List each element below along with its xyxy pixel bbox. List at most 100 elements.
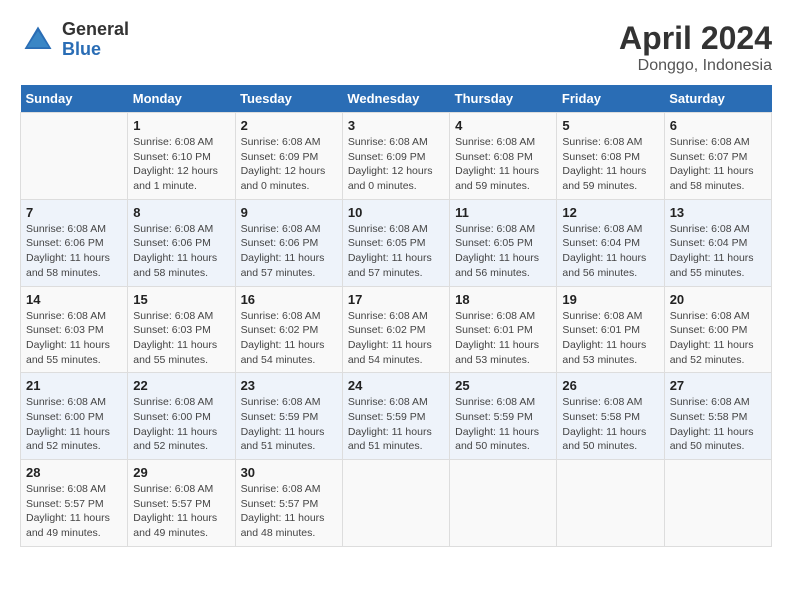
calendar-cell: 23 Sunrise: 6:08 AM Sunset: 5:59 PM Dayli… bbox=[235, 373, 342, 460]
day-info: Sunrise: 6:08 AM Sunset: 6:03 PM Dayligh… bbox=[133, 309, 229, 368]
day-info: Sunrise: 6:08 AM Sunset: 5:57 PM Dayligh… bbox=[241, 482, 337, 541]
day-info: Sunrise: 6:08 AM Sunset: 5:59 PM Dayligh… bbox=[348, 395, 444, 454]
day-info: Sunrise: 6:08 AM Sunset: 6:08 PM Dayligh… bbox=[562, 135, 658, 194]
day-number: 11 bbox=[455, 205, 551, 220]
day-info: Sunrise: 6:08 AM Sunset: 5:57 PM Dayligh… bbox=[133, 482, 229, 541]
calendar-table: SundayMondayTuesdayWednesdayThursdayFrid… bbox=[20, 85, 772, 547]
calendar-cell: 27 Sunrise: 6:08 AM Sunset: 5:58 PM Dayli… bbox=[664, 373, 771, 460]
calendar-cell: 4 Sunrise: 6:08 AM Sunset: 6:08 PM Daylig… bbox=[450, 113, 557, 200]
day-number: 13 bbox=[670, 205, 766, 220]
calendar-cell bbox=[664, 460, 771, 547]
day-number: 6 bbox=[670, 118, 766, 133]
calendar-cell: 17 Sunrise: 6:08 AM Sunset: 6:02 PM Dayli… bbox=[342, 286, 449, 373]
calendar-cell: 19 Sunrise: 6:08 AM Sunset: 6:01 PM Dayli… bbox=[557, 286, 664, 373]
calendar-cell: 18 Sunrise: 6:08 AM Sunset: 6:01 PM Dayli… bbox=[450, 286, 557, 373]
column-header-sunday: Sunday bbox=[21, 85, 128, 113]
calendar-header-row: SundayMondayTuesdayWednesdayThursdayFrid… bbox=[21, 85, 772, 113]
calendar-cell: 21 Sunrise: 6:08 AM Sunset: 6:00 PM Dayli… bbox=[21, 373, 128, 460]
day-info: Sunrise: 6:08 AM Sunset: 5:59 PM Dayligh… bbox=[241, 395, 337, 454]
column-header-thursday: Thursday bbox=[450, 85, 557, 113]
day-info: Sunrise: 6:08 AM Sunset: 6:00 PM Dayligh… bbox=[26, 395, 122, 454]
day-number: 25 bbox=[455, 378, 551, 393]
calendar-cell: 11 Sunrise: 6:08 AM Sunset: 6:05 PM Dayli… bbox=[450, 199, 557, 286]
column-header-tuesday: Tuesday bbox=[235, 85, 342, 113]
calendar-cell bbox=[342, 460, 449, 547]
day-number: 19 bbox=[562, 292, 658, 307]
day-info: Sunrise: 6:08 AM Sunset: 6:00 PM Dayligh… bbox=[670, 309, 766, 368]
calendar-week-row: 14Sunrise: 6:08 AM Sunset: 6:03 PM Dayli… bbox=[21, 286, 772, 373]
day-number: 8 bbox=[133, 205, 229, 220]
day-info: Sunrise: 6:08 AM Sunset: 6:01 PM Dayligh… bbox=[562, 309, 658, 368]
calendar-cell: 28Sunrise: 6:08 AM Sunset: 5:57 PM Dayli… bbox=[21, 460, 128, 547]
column-header-saturday: Saturday bbox=[664, 85, 771, 113]
calendar-cell: 15 Sunrise: 6:08 AM Sunset: 6:03 PM Dayli… bbox=[128, 286, 235, 373]
calendar-cell: 22 Sunrise: 6:08 AM Sunset: 6:00 PM Dayli… bbox=[128, 373, 235, 460]
page-subtitle: Donggo, Indonesia bbox=[619, 57, 772, 75]
day-info: Sunrise: 6:08 AM Sunset: 6:09 PM Dayligh… bbox=[348, 135, 444, 194]
day-number: 22 bbox=[133, 378, 229, 393]
day-info: Sunrise: 6:08 AM Sunset: 6:04 PM Dayligh… bbox=[670, 222, 766, 281]
column-header-friday: Friday bbox=[557, 85, 664, 113]
day-number: 1 bbox=[133, 118, 229, 133]
calendar-week-row: 7 Sunrise: 6:08 AM Sunset: 6:06 PM Daylig… bbox=[21, 199, 772, 286]
day-info: Sunrise: 6:08 AM Sunset: 6:05 PM Dayligh… bbox=[455, 222, 551, 281]
calendar-cell: 9 Sunrise: 6:08 AM Sunset: 6:06 PM Daylig… bbox=[235, 199, 342, 286]
day-number: 24 bbox=[348, 378, 444, 393]
day-number: 16 bbox=[241, 292, 337, 307]
day-number: 4 bbox=[455, 118, 551, 133]
calendar-cell: 12 Sunrise: 6:08 AM Sunset: 6:04 PM Dayli… bbox=[557, 199, 664, 286]
calendar-cell: 3 Sunrise: 6:08 AM Sunset: 6:09 PM Daylig… bbox=[342, 113, 449, 200]
day-info: Sunrise: 6:08 AM Sunset: 6:08 PM Dayligh… bbox=[455, 135, 551, 194]
day-number: 29 bbox=[133, 465, 229, 480]
day-number: 15 bbox=[133, 292, 229, 307]
calendar-cell: 6 Sunrise: 6:08 AM Sunset: 6:07 PM Daylig… bbox=[664, 113, 771, 200]
day-number: 5 bbox=[562, 118, 658, 133]
page-title: April 2024 bbox=[619, 20, 772, 57]
calendar-cell: 16 Sunrise: 6:08 AM Sunset: 6:02 PM Dayli… bbox=[235, 286, 342, 373]
day-number: 21 bbox=[26, 378, 122, 393]
calendar-week-row: 28 Sunrise: 6:08 AM Sunset: 5:57 PM Dayli… bbox=[21, 460, 772, 547]
day-info: Sunrise: 6:08 AM Sunset: 5:58 PM Dayligh… bbox=[670, 395, 766, 454]
calendar-cell bbox=[450, 460, 557, 547]
day-number: 23 bbox=[241, 378, 337, 393]
day-info: Sunrise: 6:08 AM Sunset: 6:07 PM Dayligh… bbox=[670, 135, 766, 194]
day-number: 9 bbox=[241, 205, 337, 220]
day-number: 18 bbox=[455, 292, 551, 307]
day-info: Sunrise: 6:08 AM Sunset: 6:10 PM Dayligh… bbox=[133, 135, 229, 194]
calendar-cell: 30Sunrise: 6:08 AM Sunset: 5:57 PM Dayli… bbox=[235, 460, 342, 547]
day-number: 27 bbox=[670, 378, 766, 393]
calendar-cell: 10Sunrise: 6:08 AM Sunset: 6:05 PM Dayli… bbox=[342, 199, 449, 286]
day-info: Sunrise: 6:08 AM Sunset: 6:03 PM Dayligh… bbox=[26, 309, 122, 368]
day-info: Sunrise: 6:08 AM Sunset: 6:00 PM Dayligh… bbox=[133, 395, 229, 454]
day-info: Sunrise: 6:08 AM Sunset: 5:59 PM Dayligh… bbox=[455, 395, 551, 454]
calendar-cell: 29 Sunrise: 6:08 AM Sunset: 5:57 PM Dayli… bbox=[128, 460, 235, 547]
day-info: Sunrise: 6:08 AM Sunset: 6:06 PM Dayligh… bbox=[133, 222, 229, 281]
day-number: 12 bbox=[562, 205, 658, 220]
day-number: 3 bbox=[348, 118, 444, 133]
calendar-cell: 25 Sunrise: 6:08 AM Sunset: 5:59 PM Dayli… bbox=[450, 373, 557, 460]
page-header: General Blue April 2024 Donggo, Indonesi… bbox=[20, 20, 772, 75]
calendar-cell: 20Sunrise: 6:08 AM Sunset: 6:00 PM Dayli… bbox=[664, 286, 771, 373]
day-number: 28 bbox=[26, 465, 122, 480]
title-block: April 2024 Donggo, Indonesia bbox=[619, 20, 772, 75]
calendar-cell: 13 Sunrise: 6:08 AM Sunset: 6:04 PM Dayli… bbox=[664, 199, 771, 286]
day-info: Sunrise: 6:08 AM Sunset: 6:01 PM Dayligh… bbox=[455, 309, 551, 368]
calendar-cell: 1 Sunrise: 6:08 AM Sunset: 6:10 PM Daylig… bbox=[128, 113, 235, 200]
day-info: Sunrise: 6:08 AM Sunset: 6:02 PM Dayligh… bbox=[241, 309, 337, 368]
calendar-cell: 7Sunrise: 6:08 AM Sunset: 6:06 PM Daylig… bbox=[21, 199, 128, 286]
calendar-cell: 24 Sunrise: 6:08 AM Sunset: 5:59 PM Dayli… bbox=[342, 373, 449, 460]
day-info: Sunrise: 6:08 AM Sunset: 6:06 PM Dayligh… bbox=[241, 222, 337, 281]
day-info: Sunrise: 6:08 AM Sunset: 6:04 PM Dayligh… bbox=[562, 222, 658, 281]
day-number: 10 bbox=[348, 205, 444, 220]
calendar-week-row: 21 Sunrise: 6:08 AM Sunset: 6:00 PM Dayli… bbox=[21, 373, 772, 460]
calendar-cell: 26Sunrise: 6:08 AM Sunset: 5:58 PM Dayli… bbox=[557, 373, 664, 460]
calendar-cell: 14Sunrise: 6:08 AM Sunset: 6:03 PM Dayli… bbox=[21, 286, 128, 373]
day-number: 17 bbox=[348, 292, 444, 307]
column-header-monday: Monday bbox=[128, 85, 235, 113]
calendar-week-row: 1 Sunrise: 6:08 AM Sunset: 6:10 PM Daylig… bbox=[21, 113, 772, 200]
day-number: 26 bbox=[562, 378, 658, 393]
day-info: Sunrise: 6:08 AM Sunset: 6:02 PM Dayligh… bbox=[348, 309, 444, 368]
logo: General Blue bbox=[20, 20, 129, 60]
day-number: 2 bbox=[241, 118, 337, 133]
day-number: 7 bbox=[26, 205, 122, 220]
